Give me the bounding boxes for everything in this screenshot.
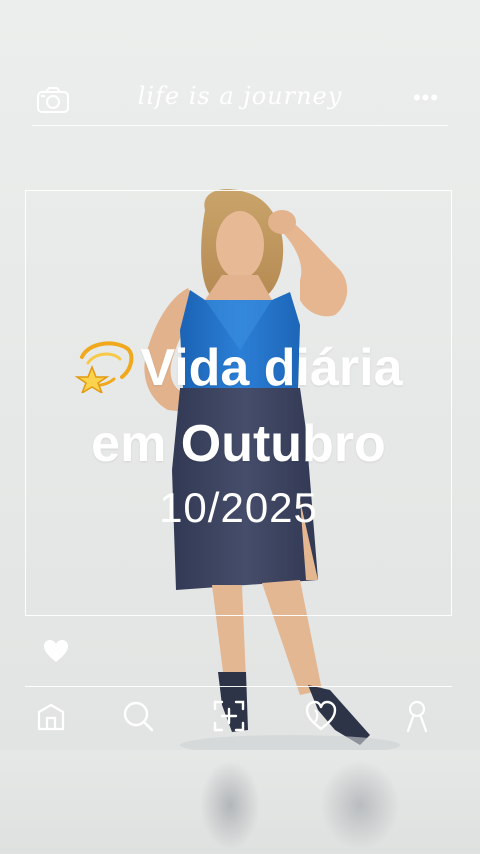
title-text-1: Vida diária xyxy=(140,339,403,397)
dizzy-star-icon xyxy=(74,341,134,393)
heart-outline-icon[interactable] xyxy=(303,698,339,734)
tagline: life is a journey xyxy=(137,82,343,110)
post-title: Vida diária em Outubro xyxy=(25,330,452,482)
title-line-1: Vida diária xyxy=(25,330,452,406)
nav-divider xyxy=(25,686,452,687)
screen: life is a journey ••• Vida diária em Out… xyxy=(0,0,480,854)
bottom-photo-blur xyxy=(0,750,480,854)
title-line-2: em Outubro xyxy=(91,415,386,473)
add-post-icon[interactable] xyxy=(211,698,247,734)
home-icon[interactable] xyxy=(33,698,69,734)
header-bar: life is a journey ••• xyxy=(32,78,448,126)
post-date: 10/2025 xyxy=(159,484,318,531)
more-dots-icon[interactable]: ••• xyxy=(412,86,440,110)
profile-icon[interactable] xyxy=(399,698,435,734)
bottom-nav xyxy=(25,686,452,746)
heart-icon[interactable] xyxy=(42,638,70,664)
header-divider xyxy=(32,125,448,126)
search-icon[interactable] xyxy=(120,698,156,734)
